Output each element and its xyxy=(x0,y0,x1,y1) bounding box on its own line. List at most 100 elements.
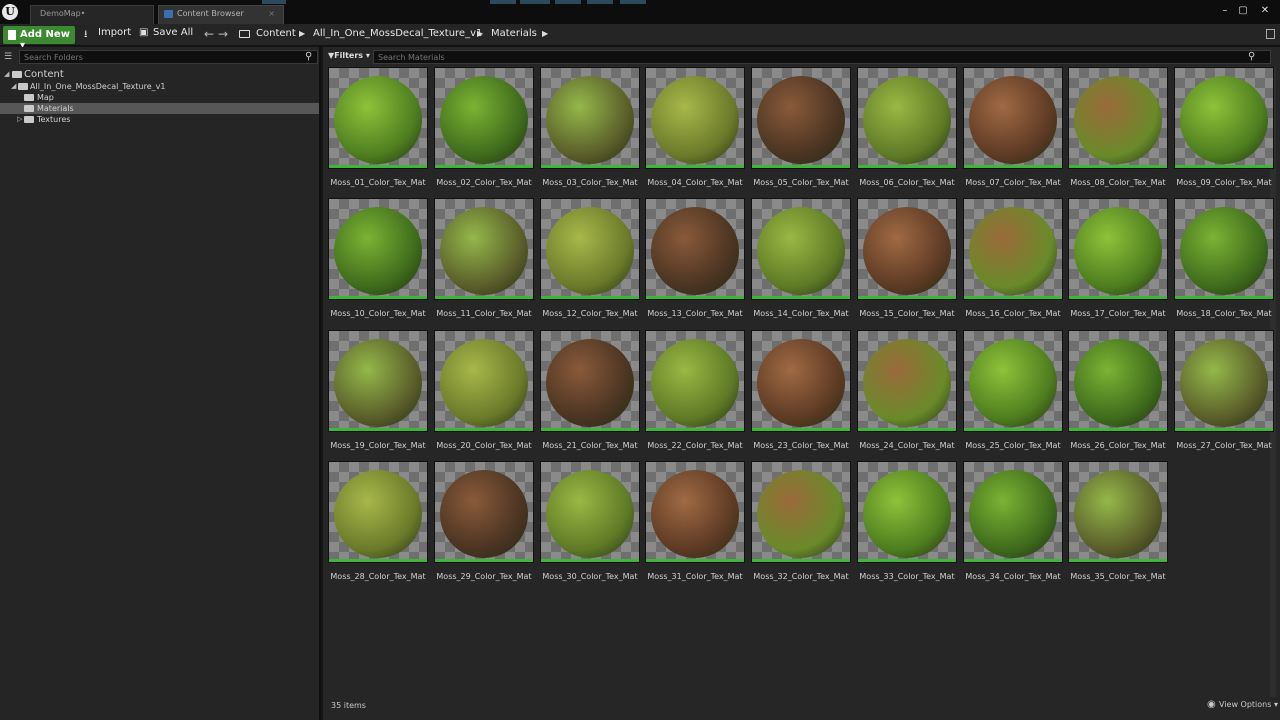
asset-tile[interactable]: Moss_29_Color_Tex_Mat xyxy=(434,461,534,581)
folder-search-row: ☰ ⚲ xyxy=(0,49,321,65)
new-document-icon xyxy=(8,30,16,40)
asset-tile[interactable]: Moss_35_Color_Tex_Mat xyxy=(1068,461,1168,581)
search-icon[interactable]: ⚲ xyxy=(305,51,312,62)
breadcrumb-arrow-icon[interactable]: ▶ xyxy=(299,29,305,38)
asset-type-bar xyxy=(435,428,533,431)
asset-tile[interactable]: Moss_28_Color_Tex_Mat xyxy=(328,461,428,581)
tab-demomap[interactable]: DemoMap• xyxy=(30,5,154,24)
folder-tree: ◢ Content ◢ All_In_One_MossDecal_Texture… xyxy=(0,68,319,125)
tab-close-icon[interactable]: × xyxy=(268,9,275,18)
asset-thumbnail xyxy=(540,67,640,169)
lock-icon[interactable] xyxy=(1266,29,1275,39)
breadcrumb-content[interactable]: Content xyxy=(256,28,296,39)
asset-tile[interactable]: Moss_26_Color_Tex_Mat xyxy=(1068,330,1168,450)
material-sphere-preview xyxy=(546,339,634,427)
breadcrumb-arrow-icon[interactable]: ▶ xyxy=(477,29,483,38)
asset-type-bar xyxy=(435,165,533,168)
asset-type-bar xyxy=(752,165,850,168)
asset-tile[interactable]: Moss_17_Color_Tex_Mat xyxy=(1068,198,1168,318)
asset-tile[interactable]: Moss_25_Color_Tex_Mat xyxy=(963,330,1063,450)
eye-icon: ◉ xyxy=(1207,699,1216,710)
save-all-button[interactable]: ▣ Save All xyxy=(139,27,193,43)
material-sphere-preview xyxy=(757,470,845,558)
asset-tile[interactable]: Moss_09_Color_Tex_Mat xyxy=(1174,67,1274,187)
asset-tile[interactable]: Moss_16_Color_Tex_Mat xyxy=(963,198,1063,318)
expanded-arrow-icon[interactable]: ◢ xyxy=(4,68,9,81)
asset-tile[interactable]: Moss_19_Color_Tex_Mat xyxy=(328,330,428,450)
asset-type-bar xyxy=(329,559,427,562)
import-label: Import xyxy=(98,27,132,38)
search-materials-input[interactable] xyxy=(373,50,1271,64)
view-options-label: View Options ▾ xyxy=(1219,700,1278,709)
asset-tile[interactable]: Moss_18_Color_Tex_Mat xyxy=(1174,198,1274,318)
import-button[interactable]: ⭳ Import xyxy=(84,27,131,43)
asset-thumbnail xyxy=(963,330,1063,432)
asset-tile[interactable]: Moss_07_Color_Tex_Mat xyxy=(963,67,1063,187)
breadcrumb-project[interactable]: All_In_One_MossDecal_Texture_v1 xyxy=(313,28,482,39)
asset-tile[interactable]: Moss_21_Color_Tex_Mat xyxy=(540,330,640,450)
tree-item-textures[interactable]: ▷ Textures xyxy=(0,114,319,125)
asset-tile[interactable]: Moss_30_Color_Tex_Mat xyxy=(540,461,640,581)
search-folders-input[interactable] xyxy=(19,50,318,64)
asset-tile[interactable]: Moss_03_Color_Tex_Mat xyxy=(540,67,640,187)
asset-tile[interactable]: Moss_12_Color_Tex_Mat xyxy=(540,198,640,318)
tree-item-project[interactable]: ◢ All_In_One_MossDecal_Texture_v1 xyxy=(0,81,319,92)
asset-tile[interactable]: Moss_27_Color_Tex_Mat xyxy=(1174,330,1274,450)
expanded-arrow-icon[interactable]: ◢ xyxy=(11,81,16,92)
tab-content-browser[interactable]: Content Browser × xyxy=(158,5,284,24)
asset-tile[interactable]: Moss_02_Color_Tex_Mat xyxy=(434,67,534,187)
asset-thumbnail xyxy=(1068,198,1168,300)
asset-name: Moss_02_Color_Tex_Mat xyxy=(436,178,532,187)
asset-tile[interactable]: Moss_23_Color_Tex_Mat xyxy=(751,330,851,450)
asset-tile[interactable]: Moss_22_Color_Tex_Mat xyxy=(645,330,745,450)
material-sphere-preview xyxy=(546,76,634,164)
asset-tile[interactable]: Moss_31_Color_Tex_Mat xyxy=(645,461,745,581)
asset-tile[interactable]: Moss_01_Color_Tex_Mat xyxy=(328,67,428,187)
asset-thumbnail xyxy=(434,330,534,432)
view-options-button[interactable]: ◉ View Options ▾ xyxy=(1207,699,1278,710)
breadcrumb-arrow-icon[interactable]: ▶ xyxy=(542,29,548,38)
breadcrumb-materials[interactable]: Materials xyxy=(491,28,537,39)
asset-thumbnail xyxy=(1068,67,1168,169)
asset-tile[interactable]: Moss_11_Color_Tex_Mat xyxy=(434,198,534,318)
filters-button[interactable]: ▼Filters ▾ xyxy=(328,51,370,60)
asset-name: Moss_19_Color_Tex_Mat xyxy=(330,441,426,450)
filters-label: Filters ▾ xyxy=(334,51,370,60)
tree-item-content[interactable]: ◢ Content xyxy=(0,68,319,81)
asset-tile[interactable]: Moss_24_Color_Tex_Mat xyxy=(857,330,957,450)
asset-tile[interactable]: Moss_33_Color_Tex_Mat xyxy=(857,461,957,581)
asset-tile[interactable]: Moss_06_Color_Tex_Mat xyxy=(857,67,957,187)
asset-name: Moss_01_Color_Tex_Mat xyxy=(330,178,426,187)
add-new-button[interactable]: Add New ▾ xyxy=(3,26,75,51)
asset-tile[interactable]: Moss_13_Color_Tex_Mat xyxy=(645,198,745,318)
forward-arrow-icon[interactable]: → xyxy=(218,27,228,41)
restore-button[interactable]: ▢ xyxy=(1234,4,1252,18)
asset-tile[interactable]: Moss_14_Color_Tex_Mat xyxy=(751,198,851,318)
item-count: 35 items xyxy=(331,701,366,710)
tree-item-materials[interactable]: Materials xyxy=(0,103,319,114)
minimize-button[interactable]: – xyxy=(1216,4,1234,18)
close-window-button[interactable]: ✕ xyxy=(1256,4,1274,18)
toggle-sources-icon[interactable]: ☰ xyxy=(4,52,12,62)
asset-tile[interactable]: Moss_34_Color_Tex_Mat xyxy=(963,461,1063,581)
back-arrow-icon[interactable]: ← xyxy=(204,27,214,41)
asset-tile[interactable]: Moss_20_Color_Tex_Mat xyxy=(434,330,534,450)
asset-tile[interactable]: Moss_10_Color_Tex_Mat xyxy=(328,198,428,318)
asset-type-bar xyxy=(752,428,850,431)
search-icon[interactable]: ⚲ xyxy=(1248,51,1255,62)
asset-tile[interactable]: Moss_08_Color_Tex_Mat xyxy=(1068,67,1168,187)
asset-name: Moss_24_Color_Tex_Mat xyxy=(859,441,955,450)
material-sphere-preview xyxy=(1074,470,1162,558)
material-sphere-preview xyxy=(440,339,528,427)
asset-thumbnail xyxy=(963,461,1063,563)
top-strip xyxy=(262,0,286,4)
tree-item-label: Content xyxy=(24,69,64,80)
asset-tile[interactable]: Moss_05_Color_Tex_Mat xyxy=(751,67,851,187)
asset-tile[interactable]: Moss_32_Color_Tex_Mat xyxy=(751,461,851,581)
collapsed-arrow-icon[interactable]: ▷ xyxy=(17,114,22,125)
tree-item-map[interactable]: Map xyxy=(0,92,319,103)
asset-tile[interactable]: Moss_15_Color_Tex_Mat xyxy=(857,198,957,318)
material-sphere-preview xyxy=(334,76,422,164)
asset-tile[interactable]: Moss_04_Color_Tex_Mat xyxy=(645,67,745,187)
asset-name: Moss_20_Color_Tex_Mat xyxy=(436,441,532,450)
